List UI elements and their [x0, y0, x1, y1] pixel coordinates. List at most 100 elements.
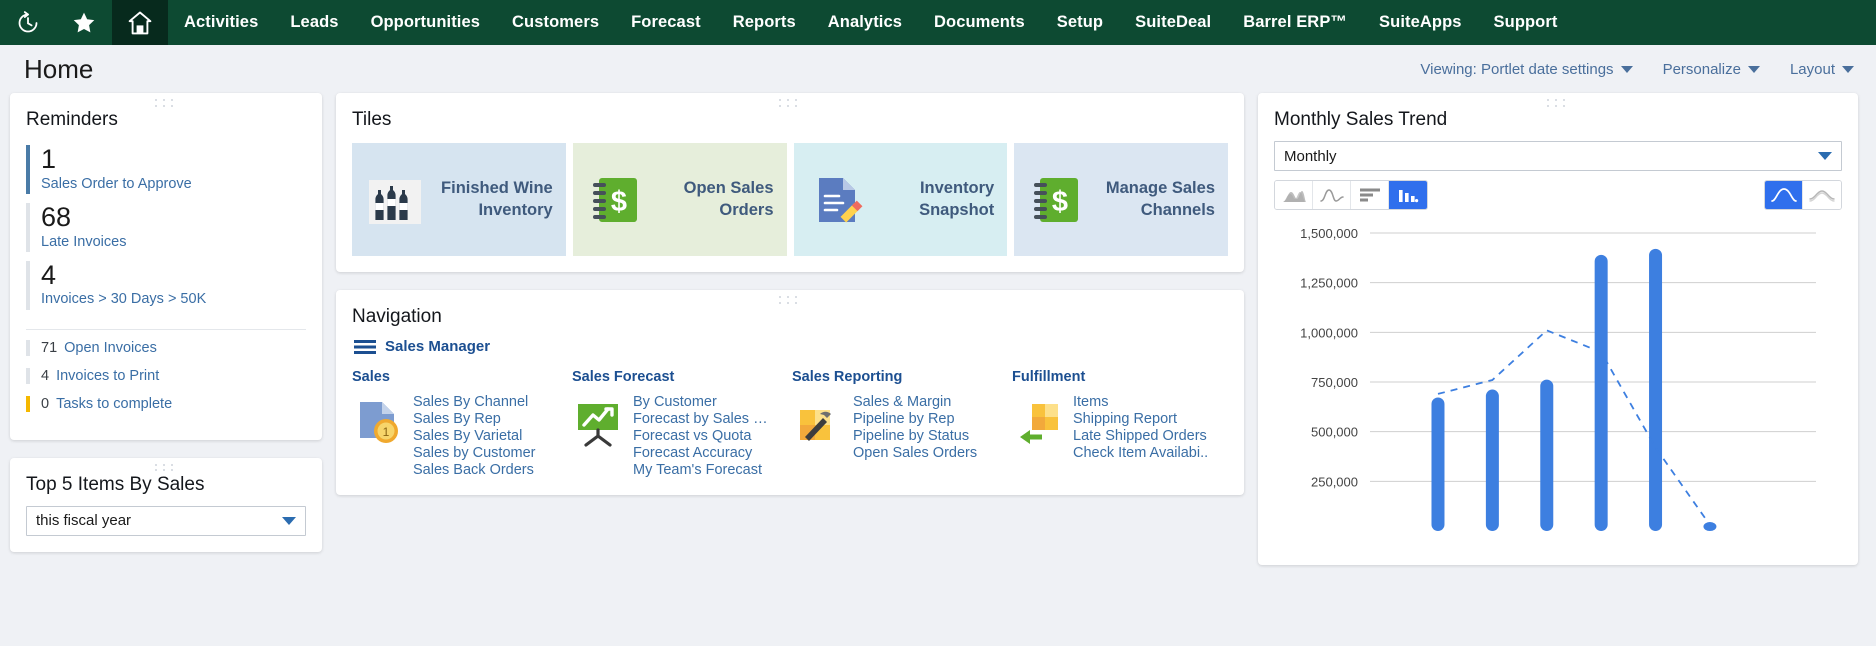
reminder-item[interactable]: 68 Late Invoices: [26, 203, 306, 252]
reminder-count: 4: [41, 368, 49, 384]
nav-column-title: Sales Reporting: [792, 369, 1008, 385]
nav-link[interactable]: Sales By Varietal: [413, 428, 536, 445]
navigation-portlet: Navigation Sales Manager Sales: [336, 290, 1244, 495]
reminder-count: 1: [41, 145, 306, 174]
favorites-star-icon[interactable]: [56, 0, 112, 45]
personalize-label: Personalize: [1663, 61, 1741, 78]
layout-label: Layout: [1790, 61, 1835, 78]
chart-y-tick-label: 500,000: [1311, 425, 1358, 440]
reminder-label[interactable]: Tasks to complete: [56, 396, 172, 412]
tile-open-sales-orders[interactable]: $ Open Sales Orders: [573, 143, 787, 256]
nav-item-opportunities[interactable]: Opportunities: [355, 0, 496, 45]
layout-dropdown[interactable]: Layout: [1790, 61, 1854, 78]
nav-column-sales: Sales 1 Sales By Channel Sales By Rep: [352, 369, 568, 479]
nav-item-forecast[interactable]: Forecast: [615, 0, 717, 45]
box-arrows-icon: [1012, 396, 1064, 448]
top-items-period-select[interactable]: this fiscal year: [26, 506, 306, 536]
drag-handle-icon[interactable]: [779, 99, 801, 108]
chart-bar[interactable]: [1486, 390, 1499, 531]
tile-finished-wine-inventory[interactable]: Finished Wine Inventory: [352, 143, 566, 256]
nav-link[interactable]: Sales & Margin: [853, 394, 977, 411]
nav-link[interactable]: Sales By Rep: [413, 411, 536, 428]
divider: [26, 329, 306, 330]
recent-records-icon[interactable]: [0, 0, 56, 45]
nav-item-reports[interactable]: Reports: [717, 0, 812, 45]
nav-link[interactable]: By Customer: [633, 394, 768, 411]
trendline-off-glyph: [1809, 187, 1835, 203]
nav-link[interactable]: Sales by Customer: [413, 445, 536, 462]
nav-item-documents[interactable]: Documents: [918, 0, 1041, 45]
nav-column-title: Sales Forecast: [572, 369, 788, 385]
nav-item-setup[interactable]: Setup: [1041, 0, 1119, 45]
drag-handle-icon[interactable]: [1547, 99, 1569, 108]
tiles-portlet: Tiles: [336, 93, 1244, 272]
nav-link[interactable]: Sales By Channel: [413, 394, 536, 411]
tile-manage-sales-channels[interactable]: $ Manage Sales Channels: [1014, 143, 1228, 256]
nav-link[interactable]: Shipping Report: [1073, 411, 1208, 428]
chart-period-select[interactable]: Monthly: [1274, 141, 1842, 171]
nav-link[interactable]: Forecast by Sales …: [633, 411, 768, 428]
tile-label: Finished Wine Inventory: [435, 178, 553, 220]
chevron-down-icon: [1842, 66, 1854, 73]
reminder-label[interactable]: Open Invoices: [64, 340, 157, 356]
trendline-on-glyph: [1771, 187, 1797, 203]
line-chart-icon[interactable]: [1313, 181, 1351, 209]
nav-link[interactable]: Pipeline by Status: [853, 428, 977, 445]
nav-item-analytics[interactable]: Analytics: [812, 0, 918, 45]
chevron-down-icon: [1621, 66, 1633, 73]
nav-link[interactable]: Forecast Accuracy: [633, 445, 768, 462]
nav-item-suiteapps[interactable]: SuiteApps: [1363, 0, 1478, 45]
horizontal-bar-icon[interactable]: [1351, 181, 1389, 209]
monthly-sales-trend-portlet: Monthly Sales Trend Monthly: [1258, 93, 1858, 565]
reminder-label[interactable]: Invoices > 30 Days > 50K: [41, 289, 306, 309]
home-icon[interactable]: [112, 0, 168, 45]
reminder-label[interactable]: Late Invoices: [41, 232, 306, 252]
vertical-bar-icon[interactable]: [1389, 181, 1427, 209]
drag-handle-icon[interactable]: [155, 99, 177, 108]
nav-link[interactable]: Sales Back Orders: [413, 462, 536, 479]
nav-link[interactable]: Items: [1073, 394, 1208, 411]
chart-bar[interactable]: [1595, 255, 1608, 531]
svg-text:$: $: [611, 186, 627, 218]
drag-handle-icon[interactable]: [779, 296, 801, 305]
chart-bar[interactable]: [1431, 397, 1444, 531]
nav-column-fulfillment: Fulfillment Items Shipping Report: [1012, 369, 1228, 479]
nav-item-customers[interactable]: Customers: [496, 0, 615, 45]
drag-handle-icon[interactable]: [155, 464, 177, 473]
reminder-item[interactable]: 4 Invoices to Print: [26, 368, 306, 384]
chart-bar[interactable]: [1649, 249, 1662, 531]
nav-link[interactable]: Open Sales Orders: [853, 445, 977, 462]
chart-bar[interactable]: [1540, 380, 1553, 531]
nav-link[interactable]: Pipeline by Rep: [853, 411, 977, 428]
navigation-group-label[interactable]: Sales Manager: [385, 338, 490, 355]
navigation-group-header[interactable]: Sales Manager: [354, 338, 1228, 355]
nav-item-support[interactable]: Support: [1478, 0, 1574, 45]
reminder-label[interactable]: Invoices to Print: [56, 368, 159, 384]
nav-item-barrel-erp[interactable]: Barrel ERP™: [1227, 0, 1363, 45]
viewing-label: Viewing: Portlet date settings: [1420, 61, 1613, 78]
dashboard-column-middle: Tiles: [336, 93, 1244, 495]
reminder-item[interactable]: 4 Invoices > 30 Days > 50K: [26, 261, 306, 310]
trendline-on-icon[interactable]: [1765, 181, 1803, 209]
viewing-date-settings-dropdown[interactable]: Viewing: Portlet date settings: [1420, 61, 1632, 78]
personalize-dropdown[interactable]: Personalize: [1663, 61, 1760, 78]
header-actions: Viewing: Portlet date settings Personali…: [1420, 61, 1854, 78]
nav-link[interactable]: Forecast vs Quota: [633, 428, 768, 445]
tile-inventory-snapshot[interactable]: Inventory Snapshot: [794, 143, 1008, 256]
reminder-item[interactable]: 0 Tasks to complete: [26, 396, 306, 412]
reminder-label[interactable]: Sales Order to Approve: [41, 174, 306, 194]
home-glyph: [126, 9, 154, 37]
nav-link[interactable]: Late Shipped Orders: [1073, 428, 1208, 445]
reminder-item[interactable]: 1 Sales Order to Approve: [26, 145, 306, 194]
nav-item-suitedeal[interactable]: SuiteDeal: [1119, 0, 1227, 45]
trendline-off-icon[interactable]: [1803, 181, 1841, 209]
chevron-down-icon: [282, 517, 296, 525]
area-chart-icon[interactable]: [1275, 181, 1313, 209]
nav-item-leads[interactable]: Leads: [274, 0, 354, 45]
dashboard-column-left: Reminders 1 Sales Order to Approve 68 La…: [10, 93, 322, 552]
nav-item-activities[interactable]: Activities: [168, 0, 274, 45]
nav-link[interactable]: Check Item Availabi..: [1073, 445, 1208, 462]
nav-link[interactable]: My Team's Forecast: [633, 462, 768, 479]
chart-bar[interactable]: [1703, 522, 1716, 531]
reminder-item[interactable]: 71 Open Invoices: [26, 340, 306, 356]
